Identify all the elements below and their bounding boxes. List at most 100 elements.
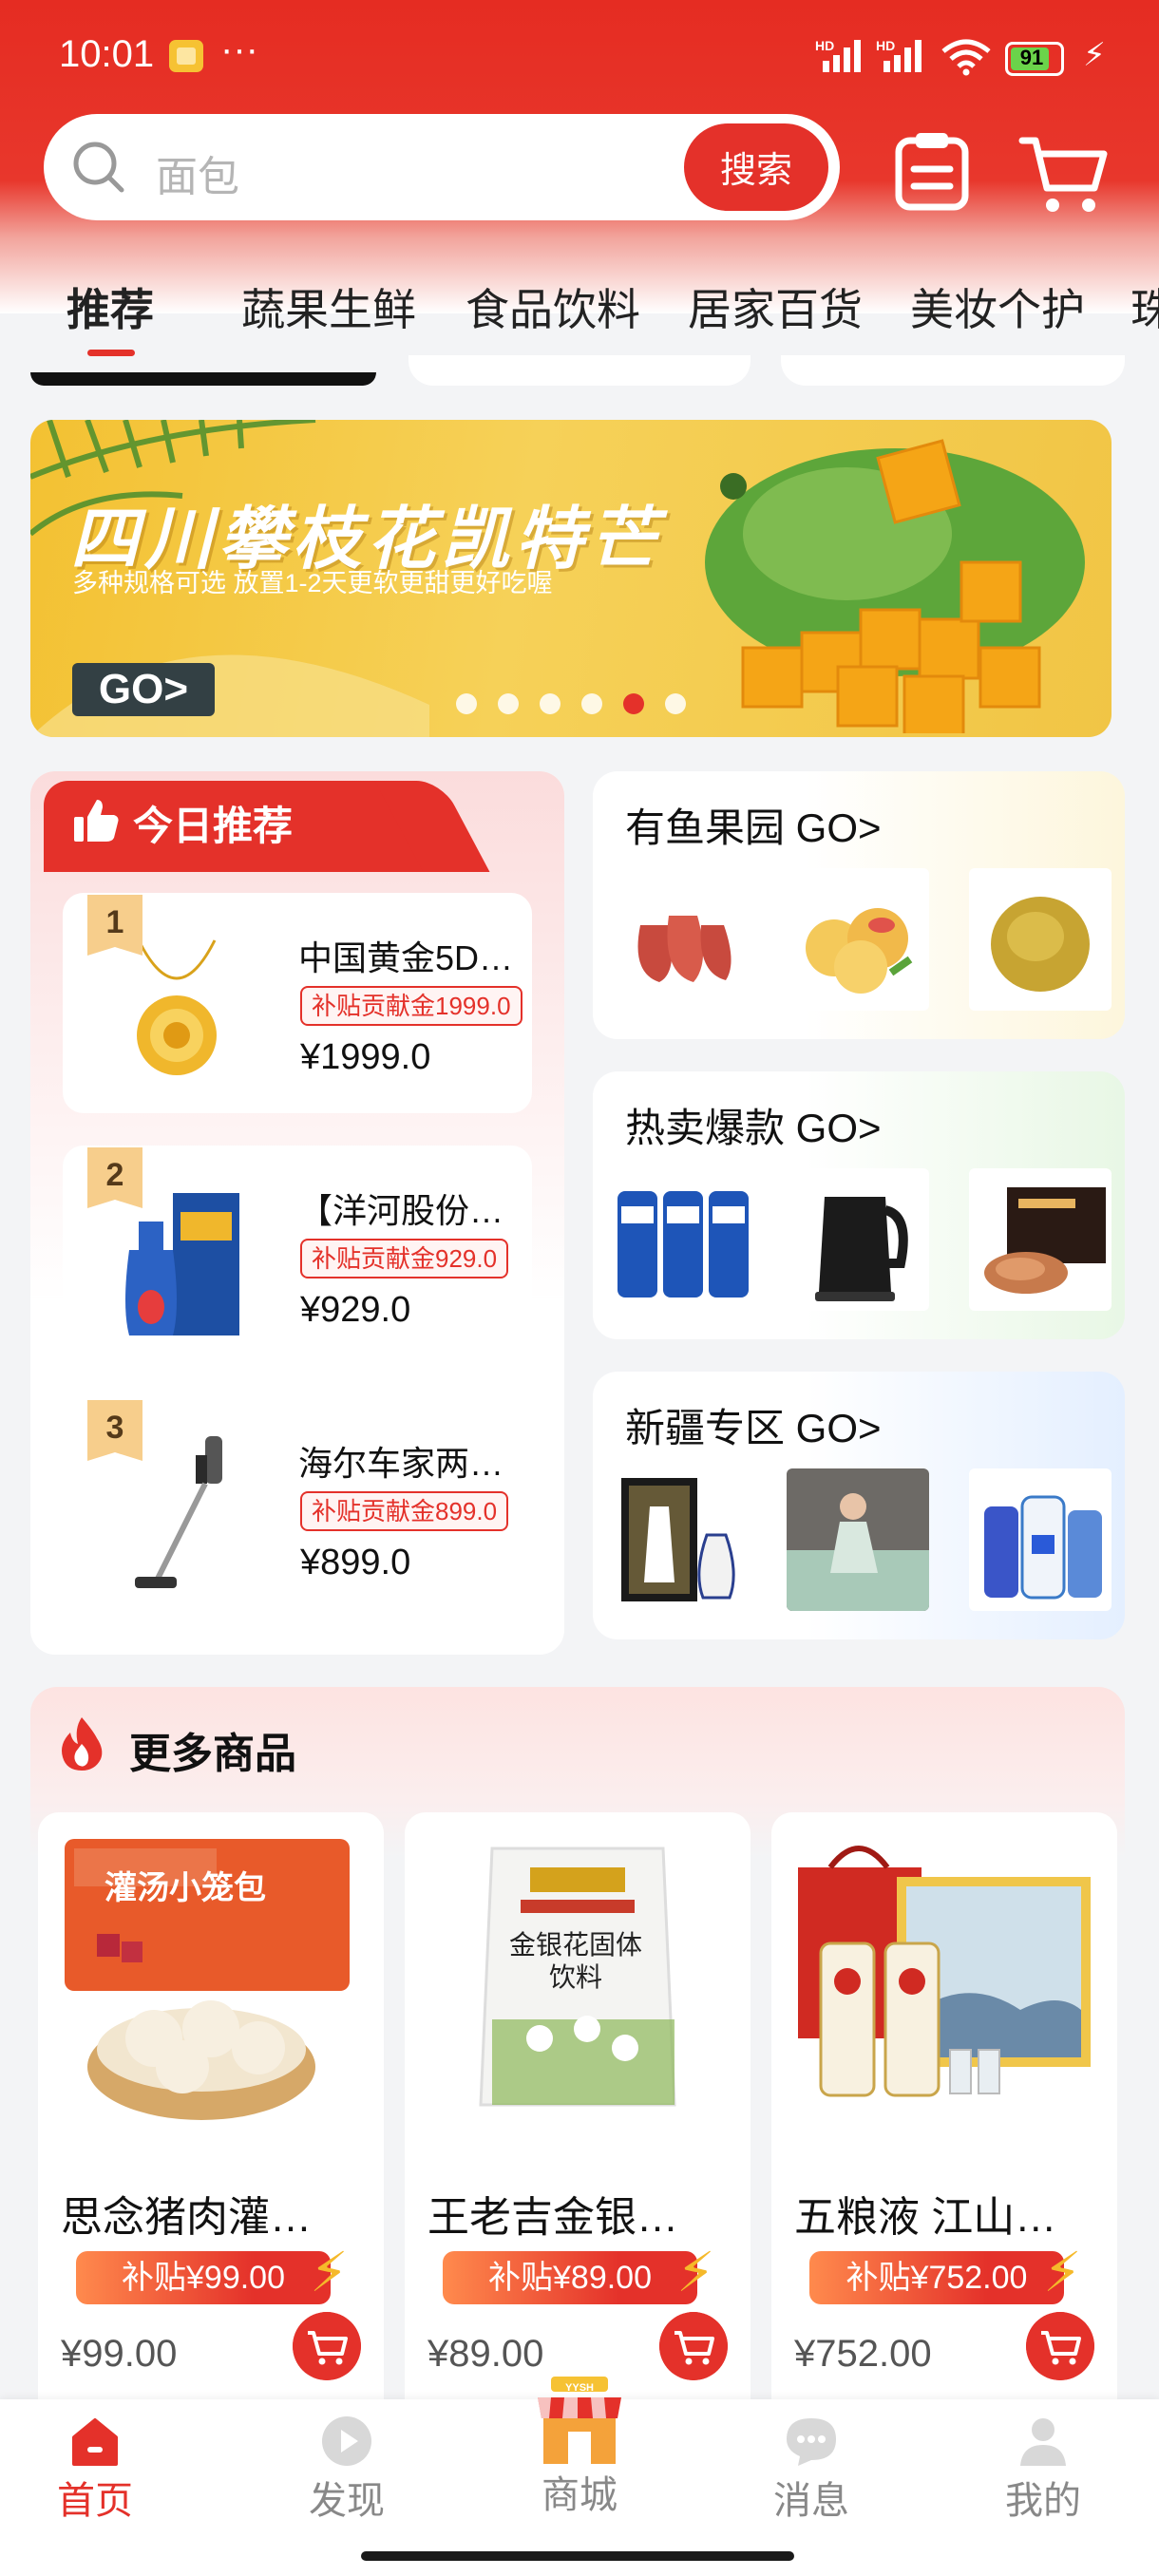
lightning-icon: ⚡: [1043, 2242, 1082, 2303]
detergent-bags-image: [612, 1168, 754, 1311]
zone-card-orchard[interactable]: 有鱼果园 GO>: [593, 771, 1125, 1039]
product-price: ¥752.00: [794, 2333, 932, 2375]
tab-recommend[interactable]: 推荐: [66, 275, 154, 338]
mango-image: [705, 439, 1085, 733]
subsidy-tag: 补贴贡献金899.0: [300, 1491, 509, 1531]
subsidy-tag: 补贴贡献金929.0: [300, 1239, 509, 1279]
tab-jewelry[interactable]: 珠: [1130, 275, 1159, 338]
subsidy-badge: 补贴¥752.00: [809, 2251, 1064, 2304]
search-bar[interactable]: 面包 搜索: [44, 114, 840, 220]
signal-icon-2: [884, 38, 922, 72]
product-name: 思念猪肉灌…: [61, 2194, 312, 2241]
product-name: 王老吉金银…: [428, 2194, 678, 2241]
tab-home[interactable]: 居家百货: [688, 275, 863, 338]
product-price: ¥99.00: [61, 2333, 178, 2375]
add-to-cart-icon[interactable]: [1026, 2312, 1094, 2380]
tab-food[interactable]: 食品饮料: [466, 275, 640, 338]
charging-icon: ⚡: [1083, 37, 1106, 73]
bedding-image: [787, 1468, 929, 1611]
recommend-item-name: 中国黄金5D…: [298, 938, 514, 977]
recommend-item[interactable]: 1 中国黄金5D… 补贴贡献金1999.0 ¥1999.0: [63, 893, 532, 1113]
mall-badge: YYSH: [565, 2382, 594, 2394]
home-icon: [72, 2418, 118, 2466]
zone-card-xinjiang[interactable]: 新疆专区 GO>: [593, 1372, 1125, 1639]
status-time: 10:01: [59, 33, 155, 75]
search-button[interactable]: 搜索: [680, 120, 832, 215]
nav-discover[interactable]: 发现: [271, 2399, 423, 2532]
recommend-item[interactable]: 2 【洋河股份… 补贴贡献金929.0 ¥929.0: [63, 1146, 532, 1366]
product-name: 五粮液 江山…: [794, 2194, 1057, 2241]
wax-apple-image: [612, 868, 754, 1011]
status-bar: 10:01 ··· HD HD 91 ⚡: [0, 0, 1159, 114]
more-notifications-icon: ···: [220, 28, 258, 70]
clipboard-icon[interactable]: [891, 131, 973, 211]
laundry-bottles-image: [969, 1468, 1112, 1611]
battery-level: 91: [1019, 46, 1044, 69]
pagination-dot: [665, 693, 686, 714]
lightning-icon: ⚡: [676, 2242, 715, 2303]
banner-go-button[interactable]: GO>: [72, 663, 215, 716]
discover-icon: [322, 2416, 371, 2466]
zone-title: 新疆专区 GO>: [625, 1406, 882, 1450]
nav-mall[interactable]: YYSH 商城: [504, 2377, 656, 2532]
promo-banner[interactable]: 四川攀枝花凯特芒 多种规格可选 放置1-2天更软更甜更好吃喔 GO>: [30, 420, 1112, 737]
pagination-dot: [540, 693, 560, 714]
wifi-icon: [941, 39, 991, 76]
durian-image: [969, 868, 1112, 1011]
zone-card-hot[interactable]: 热卖爆款 GO>: [593, 1071, 1125, 1339]
package-text: 金银花固体饮料: [509, 1931, 643, 1993]
product-price: ¥89.00: [428, 2333, 544, 2375]
nav-label: 首页: [57, 2480, 133, 2522]
nav-label: 我的: [1005, 2480, 1081, 2522]
message-icon: [787, 2418, 836, 2466]
active-tab-indicator: [87, 350, 135, 356]
card-peek-1: [30, 372, 376, 386]
nav-home[interactable]: 首页: [19, 2399, 171, 2532]
cart-icon[interactable]: [1018, 133, 1110, 218]
banner-subtitle: 多种规格可选 放置1-2天更软更甜更好吃喔: [72, 569, 553, 597]
zone-title: 有鱼果园 GO>: [625, 805, 882, 850]
tab-fresh[interactable]: 蔬果生鲜: [241, 275, 416, 338]
pagination-dot: [498, 693, 519, 714]
rank-badge: 1: [87, 895, 142, 956]
card-peek-3: [781, 355, 1125, 386]
recommend-item[interactable]: 3 海尔车家两… 补贴贡献金899.0 ¥899.0: [63, 1398, 532, 1619]
subsidy-badge: 补贴¥89.00: [443, 2251, 697, 2304]
rank-badge: 3: [87, 1400, 142, 1461]
pagination-dot: [581, 693, 602, 714]
more-goods-section: 更多商品 灌汤小笼包 思念猪肉灌… 补贴¥99.00 ⚡ ¥99.00 金银花固…: [30, 1687, 1125, 2409]
signal-icon-1: [823, 38, 861, 72]
tab-beauty[interactable]: 美妆个护: [910, 275, 1085, 338]
thumbs-up-icon: [74, 800, 119, 842]
add-to-cart-icon[interactable]: [293, 2312, 361, 2380]
search-input[interactable]: 面包: [156, 142, 239, 203]
category-tabs: 推荐 蔬果生鲜 食品饮料 居家百货 美妆个护 珠: [0, 275, 1159, 351]
home-indicator[interactable]: [361, 2551, 794, 2561]
nav-label: 发现: [309, 2480, 385, 2522]
recommend-item-price: ¥899.0: [300, 1543, 411, 1582]
search-icon: [73, 142, 124, 193]
add-to-cart-icon[interactable]: [659, 2312, 728, 2380]
fire-icon: [62, 1717, 103, 1771]
nav-messages[interactable]: 消息: [735, 2399, 887, 2532]
battery-icon: 91: [1005, 42, 1064, 76]
peach-image: [787, 868, 929, 1011]
today-recommend-card: 今日推荐 1 中国黄金5D… 补贴贡献金1999.0 ¥1999.0 2 【洋河…: [30, 771, 564, 1655]
profile-icon: [1020, 2418, 1066, 2466]
recommend-item-price: ¥929.0: [300, 1290, 411, 1330]
package-text: 灌汤小笼包: [104, 1870, 266, 1906]
nav-profile[interactable]: 我的: [967, 2399, 1119, 2532]
nav-label: 消息: [773, 2480, 849, 2522]
product-card[interactable]: 五粮液 江山… 补贴¥752.00 ⚡ ¥752.00: [771, 1812, 1117, 2409]
product-card[interactable]: 灌汤小笼包 思念猪肉灌… 补贴¥99.00 ⚡ ¥99.00: [38, 1812, 384, 2409]
subsidy-badge: 补贴¥99.00: [76, 2251, 331, 2304]
sausage-box-image: [969, 1168, 1112, 1311]
today-recommend-title: 今日推荐: [133, 804, 294, 848]
bottom-navigation: 首页 发现 YYSH 商城 消息 我的: [0, 2377, 1159, 2532]
nav-label: 商城: [542, 2474, 618, 2516]
product-card[interactable]: 金银花固体饮料 王老吉金银… 补贴¥89.00 ⚡ ¥89.00: [405, 1812, 750, 2409]
more-goods-title: 更多商品: [129, 1731, 296, 1777]
lightning-icon: ⚡: [310, 2242, 349, 2303]
notification-app-icon: [169, 40, 203, 72]
recommend-item-price: ¥1999.0: [300, 1037, 431, 1077]
